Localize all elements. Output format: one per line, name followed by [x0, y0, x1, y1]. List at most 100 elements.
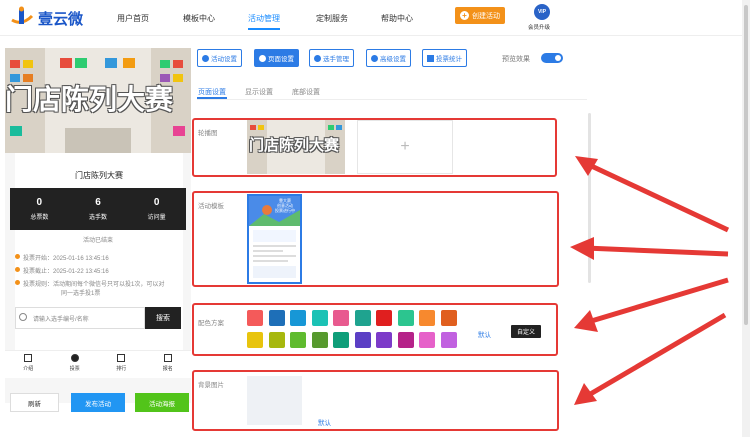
subtab-footer-settings[interactable]: 底部设置: [292, 87, 320, 97]
page-scrollbar[interactable]: [742, 0, 750, 437]
carousel-image[interactable]: 门店陈列大赛: [247, 120, 345, 174]
color-swatch[interactable]: [311, 332, 328, 348]
bullet-icon: [15, 267, 20, 272]
stat-label: 访问量: [147, 215, 166, 221]
tab-vote[interactable]: 投票: [52, 351, 99, 378]
arrow-background: [585, 312, 727, 399]
ranking-icon: [117, 354, 126, 362]
arrow-template: [584, 245, 729, 257]
activity-banner-image: 门店陈列大赛: [5, 48, 191, 153]
tab-label: 选手管理: [323, 56, 349, 63]
color-swatch[interactable]: [419, 310, 435, 326]
vip-upgrade-label[interactable]: 会员升级: [528, 23, 550, 31]
vote-rule-line1: 投票规则：活动期间每个微信号只可以投1次，可以对: [23, 282, 165, 288]
banner-title: 门店陈列大赛: [5, 83, 174, 116]
default-color-button[interactable]: 默认: [478, 329, 491, 339]
plus-icon: +: [460, 11, 469, 20]
color-swatch[interactable]: [333, 310, 349, 326]
color-swatch[interactable]: [397, 310, 414, 326]
search-button[interactable]: 搜索: [145, 307, 181, 329]
stat-value: 0: [153, 197, 160, 208]
color-scheme-label: 配色方案: [198, 320, 224, 327]
tab-vote-statistics[interactable]: 投票统计: [422, 49, 467, 67]
carousel-label: 轮播图: [198, 130, 218, 137]
activity-name: 门店陈列大赛: [75, 171, 123, 180]
stat-label: 总票数: [30, 215, 49, 221]
gear-icon: [202, 54, 209, 62]
stat-contestants: 6 选手数: [69, 188, 128, 230]
nav-active-underline: [248, 28, 280, 30]
preview-toggle[interactable]: [541, 53, 563, 63]
add-carousel-button[interactable]: +: [357, 120, 453, 174]
color-swatch[interactable]: [268, 310, 285, 326]
tab-label: 投票: [69, 366, 80, 372]
vote-end: 投票截止：2025-01-22 13:45:16: [23, 269, 109, 275]
nav-custom-service[interactable]: 定制服务: [316, 13, 348, 24]
vip-badge-icon[interactable]: VIP: [534, 4, 550, 20]
tab-label: 活动设置: [211, 56, 237, 63]
color-swatch[interactable]: [268, 332, 285, 348]
user-icon: [70, 354, 79, 362]
nav-help-center[interactable]: 帮助中心: [381, 13, 413, 24]
refresh-button[interactable]: 刷新: [10, 393, 59, 412]
search-input[interactable]: 请输入选手编号/名称: [15, 307, 145, 329]
chart-icon: [427, 54, 434, 62]
stats-panel: 0 总票数 6 选手数 0 访问量: [10, 188, 186, 230]
nav-activity-management[interactable]: 活动管理: [248, 13, 280, 24]
activity-status: 活动已结束: [82, 238, 113, 244]
color-swatch[interactable]: [440, 332, 457, 348]
color-swatch[interactable]: [333, 332, 349, 348]
create-activity-button[interactable]: + 创建活动: [455, 7, 505, 24]
users-icon: [314, 54, 321, 62]
subtab-page-settings[interactable]: 页面设置: [198, 87, 226, 97]
color-swatch[interactable]: [354, 332, 371, 348]
activity-poster-button[interactable]: 活动海报: [135, 393, 189, 412]
tab-label: 高级设置: [380, 56, 406, 63]
vote-rule-line2: 同一选手投1票: [61, 291, 101, 297]
background-default-button[interactable]: 默认: [318, 417, 331, 427]
background-image-label: 背景图片: [198, 382, 224, 389]
publish-activity-button[interactable]: 发布活动: [71, 393, 125, 412]
color-swatch[interactable]: [247, 332, 263, 348]
bullet-icon: [15, 254, 20, 259]
nav-user-home[interactable]: 用户首页: [117, 13, 149, 24]
color-swatch[interactable]: [247, 310, 263, 326]
subtab-display-settings[interactable]: 显示设置: [245, 87, 273, 97]
color-swatch[interactable]: [290, 332, 306, 348]
search-icon: [19, 313, 27, 321]
template-thumb-text: 靠大赛 创意活动 投票进行中: [275, 198, 295, 213]
logo-text: 壹云微: [38, 10, 84, 28]
subtab-divider: [197, 99, 587, 100]
color-swatch[interactable]: [290, 310, 306, 326]
nav-template-center[interactable]: 模板中心: [183, 13, 215, 24]
preview-effect-label: 预览效果: [502, 56, 530, 63]
tab-contestant-management[interactable]: 选手管理: [309, 49, 354, 67]
template-label: 活动模板: [198, 203, 224, 210]
gear-icon: [259, 54, 266, 62]
background-image-placeholder[interactable]: [247, 376, 302, 425]
stat-value: 6: [95, 197, 101, 208]
stat-label: 选手数: [89, 215, 108, 221]
tab-label: 页面设置: [268, 56, 294, 63]
tab-label: 报名: [162, 366, 173, 372]
tab-label: 介绍: [23, 366, 34, 372]
tab-signup[interactable]: 报名: [145, 351, 192, 378]
tab-page-settings[interactable]: 页面设置: [254, 49, 299, 67]
tab-intro[interactable]: 介绍: [5, 351, 52, 378]
stat-value: 0: [36, 197, 43, 208]
tab-ranking[interactable]: 排行: [98, 351, 145, 378]
color-swatch[interactable]: [376, 310, 392, 326]
color-swatch[interactable]: [376, 332, 392, 348]
logo-icon: [11, 6, 34, 24]
tab-activity-settings[interactable]: 活动设置: [197, 49, 242, 67]
color-swatch[interactable]: [419, 332, 435, 348]
custom-color-button[interactable]: 自定义: [511, 325, 541, 338]
color-swatch[interactable]: [440, 310, 457, 326]
tab-advanced-settings[interactable]: 高级设置: [366, 49, 411, 67]
template-thumb-line3: 投票进行中: [275, 208, 295, 213]
color-swatch[interactable]: [354, 310, 371, 326]
create-activity-label: 创建活动: [472, 12, 500, 20]
color-swatch[interactable]: [397, 332, 414, 348]
color-swatch[interactable]: [311, 310, 328, 326]
activity-template-thumbnail[interactable]: 靠大赛 创意活动 投票进行中: [247, 194, 302, 284]
